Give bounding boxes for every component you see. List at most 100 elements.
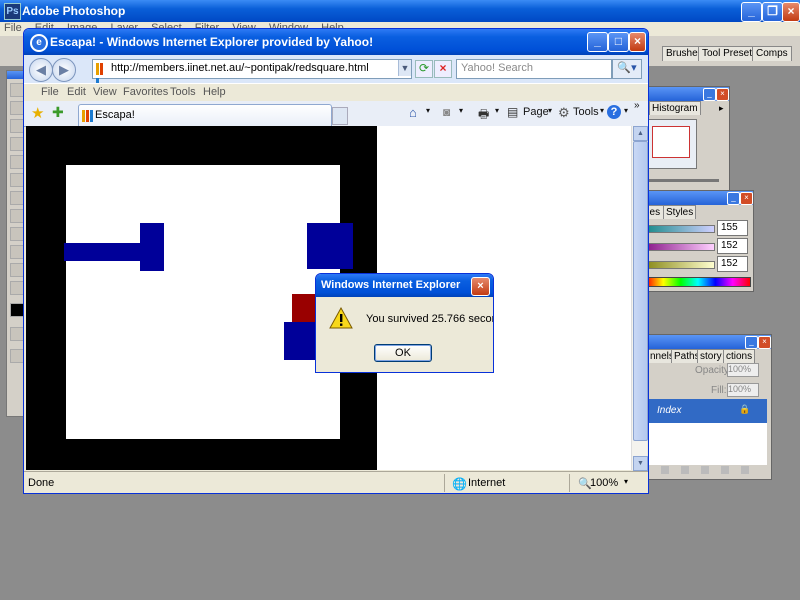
chevron-more-icon[interactable]: » — [634, 100, 640, 111]
ie-menu-favorites[interactable]: Favorites — [123, 86, 168, 98]
internet-zone-icon: 🌐 — [452, 477, 467, 491]
ps-minimize-button[interactable]: _ — [741, 2, 762, 22]
stop-icon[interactable]: × — [434, 60, 452, 78]
ok-button[interactable]: OK — [374, 344, 432, 362]
ie-window: e Escapa! - Windows Internet Explorer pr… — [23, 28, 649, 494]
ie-minimize-button[interactable]: _ — [587, 32, 608, 52]
ie-tab-row: ★ ✚ Escapa! ⌂ ▾ ◙ ▾ 🖶 ▾ ▤ Page ▾ ⚙ Tools… — [24, 100, 648, 127]
new-group-icon[interactable] — [701, 466, 709, 474]
tab-styles[interactable]: Styles — [663, 205, 697, 219]
opacity-field[interactable]: 100% — [727, 363, 759, 377]
new-layer-icon[interactable] — [721, 466, 729, 474]
refresh-icon[interactable]: ⟳ — [415, 60, 433, 78]
home-dropdown-icon[interactable]: ▾ — [426, 106, 430, 115]
search-placeholder: Yahoo! Search — [461, 62, 533, 74]
navigator-panel: _ × Histogram ▸ — [640, 86, 730, 192]
ie-menu-edit[interactable]: Edit — [67, 86, 86, 98]
well-tab-comps[interactable]: Comps — [752, 46, 792, 61]
warning-icon — [329, 307, 353, 329]
help-icon[interactable]: ? — [607, 105, 621, 119]
search-button[interactable]: 🔍▾ — [612, 59, 642, 79]
page-menu-button[interactable]: Page — [523, 106, 549, 118]
trash-icon[interactable] — [741, 466, 749, 474]
layer-row[interactable]: Index 🔒 — [649, 399, 767, 423]
scroll-down-arrow-icon[interactable]: ▼ — [633, 456, 648, 471]
tab-histogram[interactable]: Histogram — [649, 101, 701, 115]
blue-block-square — [307, 223, 353, 269]
panel-menu-icon[interactable]: ▸ — [719, 103, 724, 114]
layers-list-empty — [649, 423, 767, 465]
ie-maximize-button[interactable]: □ — [608, 32, 629, 52]
page-dropdown-icon[interactable]: ▾ — [548, 106, 552, 115]
layers-panel: _ × nnels Paths story ctions Opacity: 10… — [640, 334, 772, 480]
tab-actions[interactable]: ctions — [723, 349, 756, 363]
tab-escapa[interactable]: Escapa! — [78, 104, 332, 127]
home-icon[interactable]: ⌂ — [409, 105, 424, 120]
favorites-star-icon[interactable]: ★ — [31, 104, 44, 122]
scroll-thumb[interactable] — [633, 141, 648, 441]
tab-history[interactable]: story — [697, 349, 725, 363]
layers-minimize-button[interactable]: _ — [745, 336, 758, 349]
feeds-icon[interactable]: ◙ — [443, 105, 458, 120]
red-slider[interactable] — [645, 225, 715, 233]
navigator-close-button[interactable]: × — [716, 88, 729, 101]
ps-menu-file[interactable]: File — [4, 22, 22, 35]
zoom-dropdown-icon[interactable]: ▾ — [624, 477, 628, 486]
ie-menu-help[interactable]: Help — [203, 86, 226, 98]
photoshop-titlebar: Ps Adobe Photoshop _ ❐ × — [0, 0, 800, 22]
palette-well: Brushes Tool Presets Comps — [648, 40, 800, 62]
navigator-minimize-button[interactable]: _ — [703, 88, 716, 101]
address-url: http://members.iinet.net.au/~pontipak/re… — [111, 62, 369, 74]
ie-menu-view[interactable]: View — [93, 86, 117, 98]
layer-mask-icon[interactable] — [681, 466, 689, 474]
zoom-level[interactable]: 100% — [590, 477, 618, 489]
address-dropdown-icon[interactable]: ▼ — [398, 60, 411, 76]
color-close-button[interactable]: × — [740, 192, 753, 205]
forward-arrow-icon[interactable]: ▶ — [52, 58, 76, 82]
tab-favicon-icon — [82, 110, 94, 125]
back-arrow-icon[interactable]: ◀ — [29, 58, 53, 82]
ie-window-title: Escapa! - Windows Internet Explorer prov… — [50, 35, 374, 49]
layer-style-icon[interactable] — [661, 466, 669, 474]
blue-slider[interactable] — [645, 261, 715, 269]
fill-field[interactable]: 100% — [727, 383, 759, 397]
site-favicon-icon — [96, 63, 106, 90]
blue-value-field[interactable]: 152 — [717, 256, 748, 272]
color-ramp[interactable] — [645, 277, 751, 287]
search-input[interactable]: Yahoo! Search — [456, 59, 612, 79]
tab-channels[interactable]: nnels — [647, 349, 673, 363]
fill-label: Fill: — [711, 385, 727, 396]
green-slider[interactable] — [645, 243, 715, 251]
feeds-dropdown-icon[interactable]: ▾ — [459, 106, 463, 115]
tools-dropdown-icon[interactable]: ▾ — [600, 106, 604, 115]
red-value-field[interactable]: 155 — [717, 220, 748, 236]
page-icon: ▤ — [507, 105, 519, 119]
ie-menu-tools[interactable]: Tools — [170, 86, 196, 98]
scroll-up-arrow-icon[interactable]: ▲ — [633, 126, 648, 141]
ie-menubar: File Edit View Favorites Tools Help — [24, 83, 648, 102]
photoshop-app-icon: Ps — [4, 3, 21, 20]
photoshop-title: Adobe Photoshop — [22, 4, 126, 18]
blue-block-horizontal — [64, 243, 141, 261]
print-dropdown-icon[interactable]: ▾ — [495, 106, 499, 115]
tools-menu-button[interactable]: Tools — [573, 106, 599, 118]
navigator-zoom-slider[interactable] — [649, 179, 719, 182]
ie-menu-file[interactable]: File — [41, 86, 59, 98]
print-icon[interactable]: 🖶 — [478, 105, 493, 121]
new-tab-button[interactable] — [332, 107, 348, 125]
color-panel: _ × hes Styles 155 152 152 — [640, 190, 754, 292]
ps-close-button[interactable]: × — [782, 2, 800, 22]
ps-maximize-button[interactable]: ❐ — [762, 2, 783, 22]
ie-vertical-scrollbar[interactable]: ▲ ▼ — [631, 126, 648, 471]
layers-close-button[interactable]: × — [758, 336, 771, 349]
ie-close-button[interactable]: × — [629, 32, 646, 52]
help-dropdown-icon[interactable]: ▾ — [624, 106, 628, 115]
ie-logo-icon: e — [30, 34, 48, 52]
alert-dialog: Windows Internet Explorer × You survived… — [315, 273, 494, 373]
color-minimize-button[interactable]: _ — [727, 192, 740, 205]
alert-close-button[interactable]: × — [471, 277, 490, 296]
green-value-field[interactable]: 152 — [717, 238, 748, 254]
add-favorite-icon[interactable]: ✚ — [52, 104, 64, 121]
address-bar[interactable]: http://members.iinet.net.au/~pontipak/re… — [92, 59, 412, 90]
ie-address-row: ◀ ▶ http://members.iinet.net.au/~pontipa… — [24, 55, 648, 90]
